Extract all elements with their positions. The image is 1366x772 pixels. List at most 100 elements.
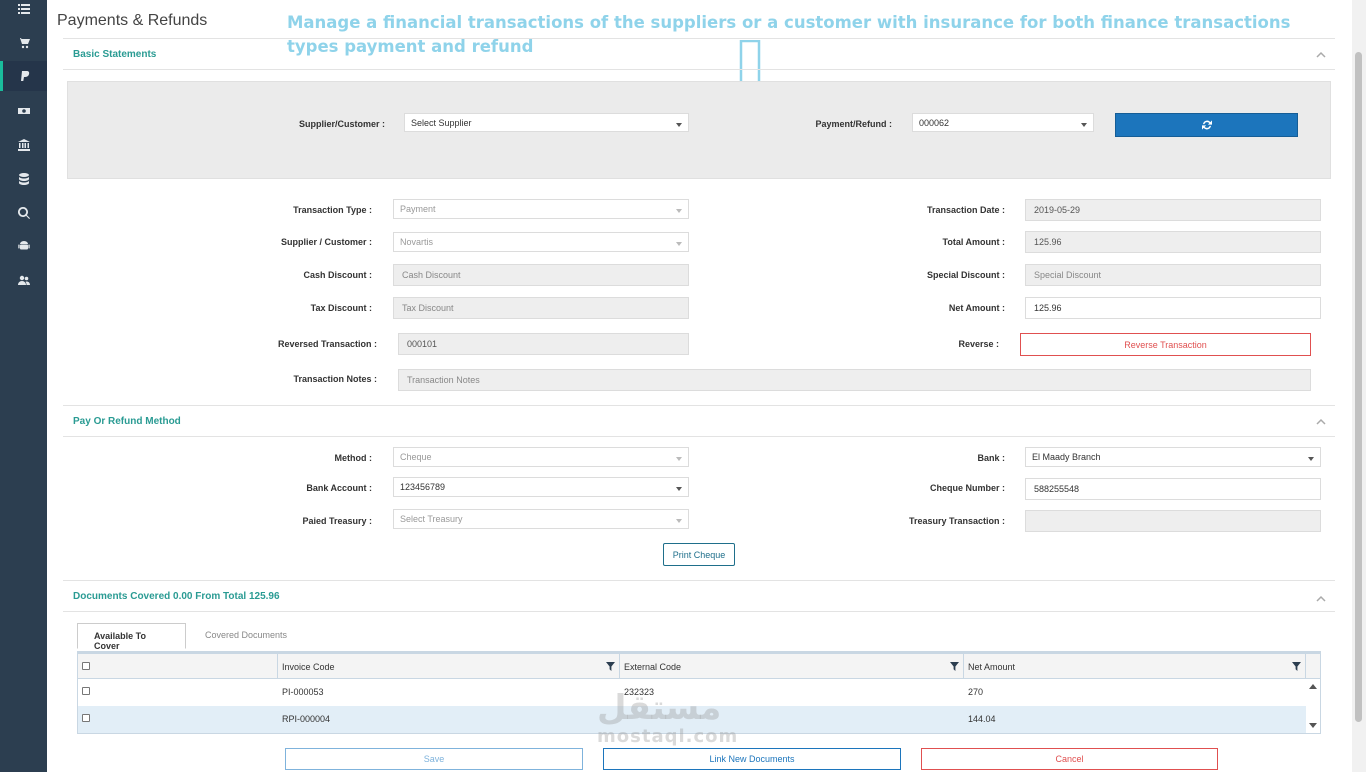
sidebar-item-payments[interactable] — [0, 61, 47, 91]
sidebar-item-bank[interactable] — [0, 130, 47, 160]
row-select — [78, 706, 278, 733]
method-label: Method : — [334, 453, 373, 463]
bank-label: Bank : — [977, 453, 1005, 463]
filter-icon[interactable] — [950, 662, 959, 671]
chevron-up-icon[interactable] — [1315, 416, 1327, 428]
bank-account-select[interactable]: 123456789 — [393, 477, 689, 497]
net-amount-header-label: Net Amount — [968, 662, 1016, 672]
supplier-select[interactable]: Select Supplier — [404, 113, 689, 132]
cash-discount-label: Cash Discount : — [303, 270, 372, 280]
page-scrollbar-thumb[interactable] — [1355, 52, 1362, 722]
row-checkbox[interactable] — [82, 714, 90, 722]
filter-icon[interactable] — [1292, 662, 1301, 671]
documents-header[interactable]: Documents Covered 0.00 From Total 125.96 — [63, 580, 1335, 612]
bank-account-label: Bank Account : — [306, 483, 372, 493]
row-checkbox[interactable] — [82, 687, 90, 695]
bank-select[interactable]: El Maady Branch — [1025, 447, 1321, 467]
net-amount-input[interactable]: 125.96 — [1025, 297, 1321, 319]
payment-refund-select[interactable]: 000062 — [912, 113, 1094, 132]
cash-discount-input[interactable]: Cash Discount — [393, 264, 689, 286]
tax-discount-input[interactable]: Tax Discount — [393, 297, 689, 319]
special-discount-input[interactable]: Special Discount — [1025, 264, 1321, 286]
paied-treasury-select[interactable]: Select Treasury — [393, 509, 689, 529]
page-scrollbar[interactable] — [1352, 0, 1366, 772]
treasury-transaction-input[interactable] — [1025, 510, 1321, 532]
refresh-button[interactable] — [1115, 113, 1298, 137]
caret-down-icon — [676, 487, 682, 491]
grid-header: Invoice Code External Code Net Amount — [78, 652, 1320, 679]
sidebar-item-search[interactable] — [0, 198, 47, 228]
grid-header-external-code[interactable]: External Code — [620, 654, 964, 679]
special-discount-label: Special Discount : — [926, 270, 1005, 280]
grid-header-invoice-code[interactable]: Invoice Code — [278, 654, 620, 679]
supplier-select-value: Select Supplier — [411, 118, 472, 128]
cheque-number-label: Cheque Number : — [929, 483, 1005, 493]
main-content: Payments & Refunds Manage a financial tr… — [47, 0, 1352, 772]
grid-scrollbar[interactable] — [1306, 679, 1320, 733]
invoice-code-cell: PI-000053 — [282, 687, 324, 697]
cheque-number-input[interactable]: 588255548 — [1025, 478, 1321, 500]
reverse-transaction-button[interactable]: Reverse Transaction — [1020, 333, 1311, 356]
money-icon — [17, 108, 30, 114]
transaction-date-label: Transaction Date : — [926, 205, 1005, 215]
transaction-notes-input[interactable]: Transaction Notes — [398, 369, 1311, 391]
pay-method-title: Pay Or Refund Method — [73, 416, 181, 427]
supplier-customer-filter-label: Supplier/Customer : — [298, 119, 385, 129]
filter-icon[interactable] — [606, 662, 615, 671]
basic-statements-header[interactable]: Basic Statements — [63, 38, 1335, 70]
bank-account-value: 123456789 — [400, 482, 446, 492]
sidebar-item-database[interactable] — [0, 164, 47, 194]
scroll-up-icon[interactable] — [1309, 684, 1317, 689]
pay-method-header[interactable]: Pay Or Refund Method — [63, 405, 1335, 437]
transaction-type-label: Transaction Type : — [293, 205, 372, 215]
sidebar-item-cart[interactable] — [0, 28, 47, 58]
grid-header-select — [78, 654, 278, 679]
list-icon — [17, 4, 30, 14]
chevron-up-icon[interactable] — [1315, 49, 1327, 61]
select-all-checkbox[interactable] — [82, 662, 90, 670]
cancel-button[interactable]: Cancel — [921, 748, 1218, 770]
watermark: مستقل mostaql.com — [597, 690, 738, 747]
link-new-documents-button[interactable]: Link New Documents — [603, 748, 901, 770]
payment-refund-label: Payment/Refund : — [815, 119, 892, 129]
invoice-code-header-label: Invoice Code — [282, 662, 335, 672]
database-icon — [18, 173, 29, 185]
caret-down-icon — [1081, 123, 1087, 127]
documents-title: Documents Covered 0.00 From Total 125.96 — [73, 591, 280, 602]
tab-available-to-cover[interactable]: Available To Cover — [77, 623, 186, 651]
reversed-transaction-input[interactable]: 000101 — [398, 333, 689, 355]
print-cheque-button[interactable]: Print Cheque — [663, 543, 735, 566]
transaction-type-select[interactable]: Payment — [393, 199, 689, 219]
method-select[interactable]: Cheque — [393, 447, 689, 467]
total-amount-input[interactable]: 125.96 — [1025, 231, 1321, 253]
transaction-date-input[interactable]: 2019-05-29 — [1025, 199, 1321, 221]
sidebar-item-list[interactable] — [0, 0, 47, 24]
sidebar-item-android[interactable] — [0, 231, 47, 261]
caret-down-icon — [676, 457, 682, 461]
tab-covered-documents[interactable]: Covered Documents — [189, 623, 319, 649]
watermark-arabic: مستقل — [597, 688, 722, 728]
grid-header-net-amount[interactable]: Net Amount — [964, 654, 1306, 679]
sidebar-item-users[interactable] — [0, 265, 47, 295]
supplier-customer-select[interactable]: Novartis — [393, 232, 689, 252]
treasury-transaction-label: Treasury Transaction : — [908, 516, 1005, 526]
bank-icon — [17, 139, 30, 151]
cart-icon — [17, 38, 30, 49]
caret-down-icon — [676, 209, 682, 213]
sidebar-item-money[interactable] — [0, 96, 47, 126]
caret-down-icon — [676, 519, 682, 523]
watermark-latin: mostaql.com — [597, 726, 739, 747]
page-title: Payments & Refunds — [57, 12, 208, 29]
tax-discount-label: Tax Discount : — [310, 303, 372, 313]
save-button[interactable]: Save — [285, 748, 583, 770]
supplier-customer-value: Novartis — [400, 237, 434, 247]
sidebar — [0, 0, 47, 772]
net-amount-cell: 270 — [968, 687, 984, 697]
caret-down-icon — [676, 123, 682, 127]
scroll-down-icon[interactable] — [1309, 723, 1317, 728]
method-value: Cheque — [400, 452, 432, 462]
chevron-up-icon[interactable] — [1315, 593, 1327, 605]
paied-treasury-value: Select Treasury — [400, 514, 463, 524]
paied-treasury-label: Paied Treasury : — [302, 516, 372, 526]
bank-value: El Maady Branch — [1032, 452, 1101, 462]
